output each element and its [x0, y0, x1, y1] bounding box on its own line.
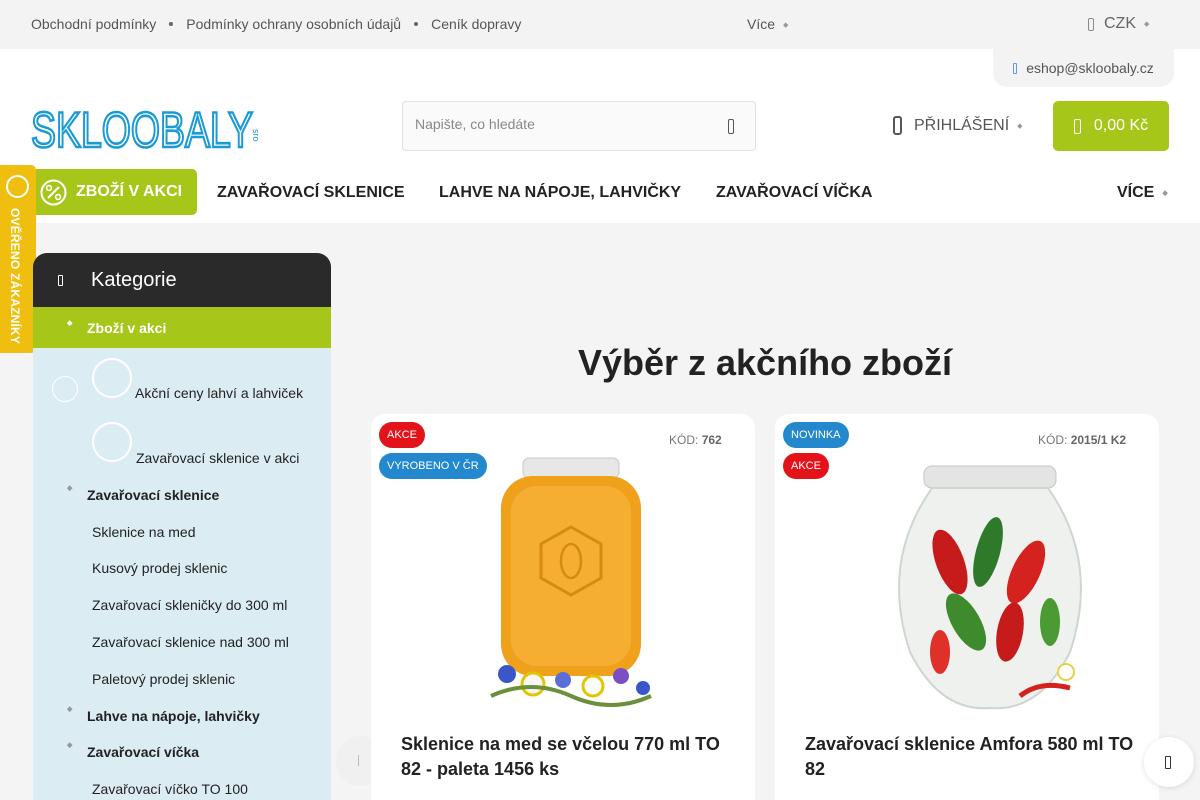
envelope-icon — [1013, 62, 1018, 74]
sidebar-item-jars-sale[interactable]: Zavařovací sklenice v akci — [136, 450, 299, 466]
chevron-down-icon: ◆ — [783, 22, 789, 30]
sale-badge: AKCE — [379, 422, 425, 448]
product-code: KÓD: 2015/1 K2 — [1038, 433, 1126, 447]
currency-label: CZK — [1104, 15, 1136, 32]
top-links: Obchodní podmínky Podmínky ochrany osobn… — [31, 16, 521, 32]
verified-seal-icon — [6, 175, 29, 198]
product-code-label: KÓD: — [1038, 433, 1068, 447]
nav-item-bottles[interactable]: LAHVE NA NÁPOJE, LAHVIČKY — [439, 184, 681, 202]
percent-icon — [92, 422, 132, 462]
sidebar-title: Kategorie — [91, 268, 177, 291]
product-image-amphora-jar[interactable] — [870, 452, 1110, 712]
product-code-value: 2015/1 K2 — [1070, 433, 1127, 447]
bullet-icon: ◆ — [67, 742, 73, 749]
sidebar-category-label: Lahve na nápoje, lahvičky — [87, 708, 260, 724]
nav-item-lids[interactable]: ZAVAŘOVACÍ VÍČKA — [716, 184, 872, 202]
user-icon — [893, 116, 902, 135]
bullet-icon: ◆ — [67, 320, 73, 327]
sidebar-category-lids[interactable]: ◆ Zavařovací víčka — [67, 742, 200, 760]
carousel-next-button[interactable] — [1144, 737, 1194, 787]
menu-icon — [58, 274, 63, 286]
sidebar-item-large-jars[interactable]: Zavařovací sklenice nad 300 ml — [92, 634, 289, 650]
chevron-down-icon: ◆ — [1144, 21, 1150, 28]
login-label: PŘIHLÁŠENÍ — [914, 116, 1010, 134]
email-text: eshop@skloobaly.cz — [1026, 60, 1154, 76]
sidebar-item-pallet-jars[interactable]: Paletový prodej sklenic — [92, 671, 235, 687]
separator-dot — [414, 22, 419, 26]
sidebar-item-honey-jars[interactable]: Sklenice na med — [92, 524, 196, 540]
currency-selector[interactable]: CZK ◆ — [1088, 15, 1149, 33]
currency-icon — [1088, 17, 1094, 31]
sidebar-item-lid-to100[interactable]: Zavařovací víčko TO 100 — [92, 781, 248, 797]
search-input[interactable] — [415, 116, 705, 132]
login-button[interactable]: PŘIHLÁŠENÍ ◆ — [893, 116, 1023, 135]
search-icon[interactable] — [728, 119, 734, 134]
verified-customers-badge[interactable]: OVĚŘENO ZÁKAZNÍKY — [0, 165, 36, 353]
cart-icon — [1073, 118, 1081, 134]
nav-item-label: ZBOŽÍ V AKCI — [76, 183, 183, 200]
top-more-menu[interactable]: Více ◆ — [747, 16, 788, 32]
percent-icon — [40, 179, 67, 205]
logo-text: SKLOOBALY — [31, 102, 253, 153]
sidebar-item-bottle-sale[interactable]: Akční ceny lahví a lahviček — [135, 385, 303, 401]
cart-total: 0,00 Kč — [1093, 117, 1149, 134]
product-card[interactable]: NOVINKA AKCE KÓD: 2015/1 K2 Zavařovací s… — [775, 414, 1159, 800]
product-image-honey-jar[interactable] — [471, 452, 671, 712]
product-name[interactable]: Sklenice na med se včelou 770 ml TO 82 -… — [401, 732, 731, 782]
privacy-link[interactable]: Podmínky ochrany osobních údajů — [186, 16, 401, 32]
sale-badge: AKCE — [783, 453, 829, 479]
new-badge: NOVINKA — [783, 422, 849, 448]
bullet-icon: ◆ — [67, 706, 73, 713]
percent-icon — [92, 358, 132, 398]
product-code-label: KÓD: — [669, 433, 699, 447]
terms-link[interactable]: Obchodní podmínky — [31, 16, 156, 32]
main-nav: ZBOŽÍ V AKCI ZAVAŘOVACÍ SKLENICE LAHVE N… — [0, 165, 1200, 223]
skloobaly-logo[interactable]: SKLOOBALY sro — [31, 101, 261, 153]
chevron-down-icon: ◆ — [1017, 122, 1023, 130]
arrow-right-icon — [1165, 756, 1171, 769]
sidebar-item-small-jars[interactable]: Zavařovací skleničky do 300 ml — [92, 597, 287, 613]
sidebar-category-jars[interactable]: ◆ Zavařovací sklenice — [67, 485, 220, 503]
page-title: Výběr z akčního zboží — [577, 342, 953, 383]
nav-item-sale[interactable]: ZBOŽÍ V AKCI — [31, 169, 197, 215]
product-name[interactable]: Zavařovací sklenice Amfora 580 ml TO 82 — [805, 732, 1135, 782]
chevron-down-icon: ◆ — [1162, 189, 1168, 197]
sidebar-header[interactable]: Kategorie — [33, 253, 331, 307]
cart-button[interactable]: 0,00 Kč — [1053, 101, 1169, 151]
sidebar-item-single-jars[interactable]: Kusový prodej sklenic — [92, 560, 227, 576]
product-code-value: 762 — [701, 433, 722, 447]
nav-item-preserving-jars[interactable]: ZAVAŘOVACÍ SKLENICE — [217, 184, 405, 202]
nav-more-menu[interactable]: VÍCE ◆ — [1117, 184, 1168, 202]
sidebar-category-label: Zavařovací sklenice — [87, 487, 220, 503]
sidebar-category-label: Zavařovací víčka — [87, 744, 200, 760]
bullet-icon: ◆ — [67, 485, 73, 492]
arrow-left-icon — [358, 755, 361, 766]
nav-more-label: VÍCE — [1117, 184, 1155, 201]
logo-suffix: sro — [251, 129, 261, 142]
product-card[interactable]: AKCE VYROBENO V ČR KÓD: 762 Sklenice na … — [371, 414, 755, 800]
top-bar: Obchodní podmínky Podmínky ochrany osobn… — [0, 0, 1200, 49]
percent-icon — [52, 376, 78, 402]
sidebar-category-bottles[interactable]: ◆ Lahve na nápoje, lahvičky — [67, 706, 260, 724]
sidebar-item-label: Zboží v akci — [87, 320, 167, 336]
shipping-prices-link[interactable]: Ceník dopravy — [431, 16, 521, 32]
separator-dot — [169, 22, 174, 26]
verified-label: OVĚŘENO ZÁKAZNÍKY — [8, 208, 22, 345]
search-box — [402, 101, 756, 151]
sidebar-item-sale[interactable]: ◆ Zboží v akci — [33, 307, 331, 348]
category-sidebar: Kategorie ◆ Zboží v akci Akční ceny lahv… — [33, 253, 331, 800]
contact-email[interactable]: eshop@skloobaly.cz — [993, 49, 1174, 87]
product-code: KÓD: 762 — [669, 433, 722, 447]
top-more-label: Více — [747, 16, 776, 32]
